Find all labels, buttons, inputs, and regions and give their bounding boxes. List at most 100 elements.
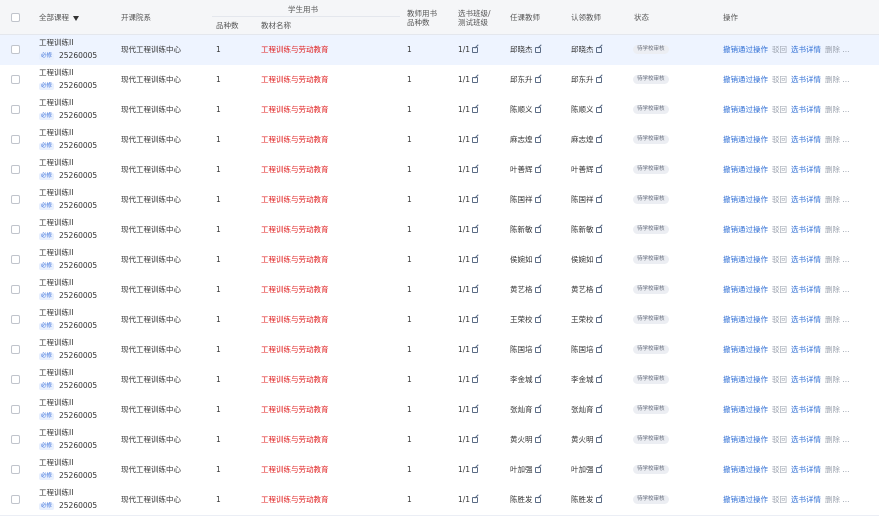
book-detail-link[interactable]: 选书详情 (791, 225, 821, 234)
textbook-name[interactable]: 工程训练与劳动教育 (261, 135, 329, 144)
edit-icon[interactable] (472, 467, 479, 473)
reject-link[interactable]: 驳回 (772, 285, 787, 294)
revoke-approval-link[interactable]: 撤销通过操作 (723, 135, 768, 144)
book-detail-link[interactable]: 选书详情 (791, 135, 821, 144)
textbook-name[interactable]: 工程训练与劳动教育 (261, 465, 329, 474)
edit-icon[interactable] (595, 287, 602, 293)
row-checkbox[interactable] (11, 255, 20, 264)
book-detail-link[interactable]: 选书详情 (791, 435, 821, 444)
edit-icon[interactable] (595, 137, 602, 143)
row-checkbox[interactable] (11, 195, 20, 204)
delete-more-link[interactable]: 删除 ... (825, 165, 850, 174)
reject-link[interactable]: 驳回 (772, 195, 787, 204)
table-row[interactable]: 工程训练II 必修 25260005 现代工程训练中心 1 工程训练与劳动教育 1 1/1 王荣… (0, 305, 879, 336)
book-detail-link[interactable]: 选书详情 (791, 375, 821, 384)
edit-icon[interactable] (595, 407, 602, 413)
edit-icon[interactable] (472, 227, 479, 233)
edit-icon[interactable] (534, 377, 541, 383)
textbook-name[interactable]: 工程训练与劳动教育 (261, 435, 329, 444)
textbook-name[interactable]: 工程训练与劳动教育 (261, 45, 329, 54)
reject-link[interactable]: 驳回 (772, 255, 787, 264)
book-detail-link[interactable]: 选书详情 (791, 165, 821, 174)
table-row[interactable]: 工程训练II 必修 25260005 现代工程训练中心 1 工程训练与劳动教育 1 1/1 邱东… (0, 65, 879, 96)
revoke-approval-link[interactable]: 撤销通过操作 (723, 375, 768, 384)
edit-icon[interactable] (534, 197, 541, 203)
book-detail-link[interactable]: 选书详情 (791, 195, 821, 204)
book-detail-link[interactable]: 选书详情 (791, 75, 821, 84)
edit-icon[interactable] (472, 317, 479, 323)
edit-icon[interactable] (595, 167, 602, 173)
row-checkbox[interactable] (11, 135, 20, 144)
delete-more-link[interactable]: 删除 ... (825, 105, 850, 114)
revoke-approval-link[interactable]: 撤销通过操作 (723, 165, 768, 174)
delete-more-link[interactable]: 删除 ... (825, 315, 850, 324)
edit-icon[interactable] (595, 227, 602, 233)
book-detail-link[interactable]: 选书详情 (791, 255, 821, 264)
textbook-name[interactable]: 工程训练与劳动教育 (261, 105, 329, 114)
edit-icon[interactable] (472, 287, 479, 293)
book-detail-link[interactable]: 选书详情 (791, 105, 821, 114)
edit-icon[interactable] (472, 137, 479, 143)
edit-icon[interactable] (472, 497, 479, 503)
revoke-approval-link[interactable]: 撤销通过操作 (723, 195, 768, 204)
textbook-name[interactable]: 工程训练与劳动教育 (261, 375, 329, 384)
delete-more-link[interactable]: 删除 ... (825, 345, 850, 354)
book-detail-link[interactable]: 选书详情 (791, 315, 821, 324)
reject-link[interactable]: 驳回 (772, 105, 787, 114)
reject-link[interactable]: 驳回 (772, 405, 787, 414)
edit-icon[interactable] (595, 317, 602, 323)
edit-icon[interactable] (472, 347, 479, 353)
delete-more-link[interactable]: 删除 ... (825, 135, 850, 144)
reject-link[interactable]: 驳回 (772, 315, 787, 324)
table-row[interactable]: 工程训练II 必修 25260005 现代工程训练中心 1 工程训练与劳动教育 1 1/1 叶善… (0, 155, 879, 186)
textbook-name[interactable]: 工程训练与劳动教育 (261, 255, 329, 264)
row-checkbox[interactable] (11, 225, 20, 234)
row-checkbox[interactable] (11, 285, 20, 294)
edit-icon[interactable] (472, 257, 479, 263)
header-course[interactable]: 全部课程 (39, 13, 79, 22)
revoke-approval-link[interactable]: 撤销通过操作 (723, 225, 768, 234)
revoke-approval-link[interactable]: 撤销通过操作 (723, 465, 768, 474)
textbook-name[interactable]: 工程训练与劳动教育 (261, 195, 329, 204)
revoke-approval-link[interactable]: 撤销通过操作 (723, 405, 768, 414)
revoke-approval-link[interactable]: 撤销通过操作 (723, 45, 768, 54)
edit-icon[interactable] (595, 197, 602, 203)
row-checkbox[interactable] (11, 165, 20, 174)
table-row[interactable]: 工程训练II 必修 25260005 现代工程训练中心 1 工程训练与劳动教育 1 1/1 李金… (0, 365, 879, 396)
edit-icon[interactable] (534, 317, 541, 323)
book-detail-link[interactable]: 选书详情 (791, 495, 821, 504)
table-row[interactable]: 工程训练II 必修 25260005 现代工程训练中心 1 工程训练与劳动教育 1 1/1 陈新… (0, 215, 879, 246)
edit-icon[interactable] (595, 77, 602, 83)
delete-more-link[interactable]: 删除 ... (825, 225, 850, 234)
textbook-name[interactable]: 工程训练与劳动教育 (261, 345, 329, 354)
edit-icon[interactable] (534, 497, 541, 503)
delete-more-link[interactable]: 删除 ... (825, 45, 850, 54)
textbook-name[interactable]: 工程训练与劳动教育 (261, 165, 329, 174)
edit-icon[interactable] (534, 227, 541, 233)
revoke-approval-link[interactable]: 撤销通过操作 (723, 435, 768, 444)
textbook-name[interactable]: 工程训练与劳动教育 (261, 75, 329, 84)
table-row[interactable]: 工程训练II 必修 25260005 现代工程训练中心 1 工程训练与劳动教育 1 1/1 侯婉… (0, 245, 879, 276)
table-row[interactable]: 工程训练II 必修 25260005 现代工程训练中心 1 工程训练与劳动教育 1 1/1 陈顺… (0, 95, 879, 126)
row-checkbox[interactable] (11, 345, 20, 354)
row-checkbox[interactable] (11, 75, 20, 84)
textbook-name[interactable]: 工程训练与劳动教育 (261, 495, 329, 504)
edit-icon[interactable] (595, 47, 602, 53)
reject-link[interactable]: 驳回 (772, 465, 787, 474)
row-checkbox[interactable] (11, 315, 20, 324)
delete-more-link[interactable]: 删除 ... (825, 495, 850, 504)
reject-link[interactable]: 驳回 (772, 345, 787, 354)
filter-icon[interactable] (73, 15, 79, 21)
row-checkbox[interactable] (11, 45, 20, 54)
reject-link[interactable]: 驳回 (772, 495, 787, 504)
edit-icon[interactable] (534, 437, 541, 443)
delete-more-link[interactable]: 删除 ... (825, 375, 850, 384)
edit-icon[interactable] (472, 197, 479, 203)
edit-icon[interactable] (595, 257, 602, 263)
revoke-approval-link[interactable]: 撤销通过操作 (723, 345, 768, 354)
revoke-approval-link[interactable]: 撤销通过操作 (723, 75, 768, 84)
edit-icon[interactable] (534, 467, 541, 473)
revoke-approval-link[interactable]: 撤销通过操作 (723, 315, 768, 324)
table-row[interactable]: 工程训练II 必修 25260005 现代工程训练中心 1 工程训练与劳动教育 1 1/1 麻志… (0, 125, 879, 156)
edit-icon[interactable] (534, 257, 541, 263)
